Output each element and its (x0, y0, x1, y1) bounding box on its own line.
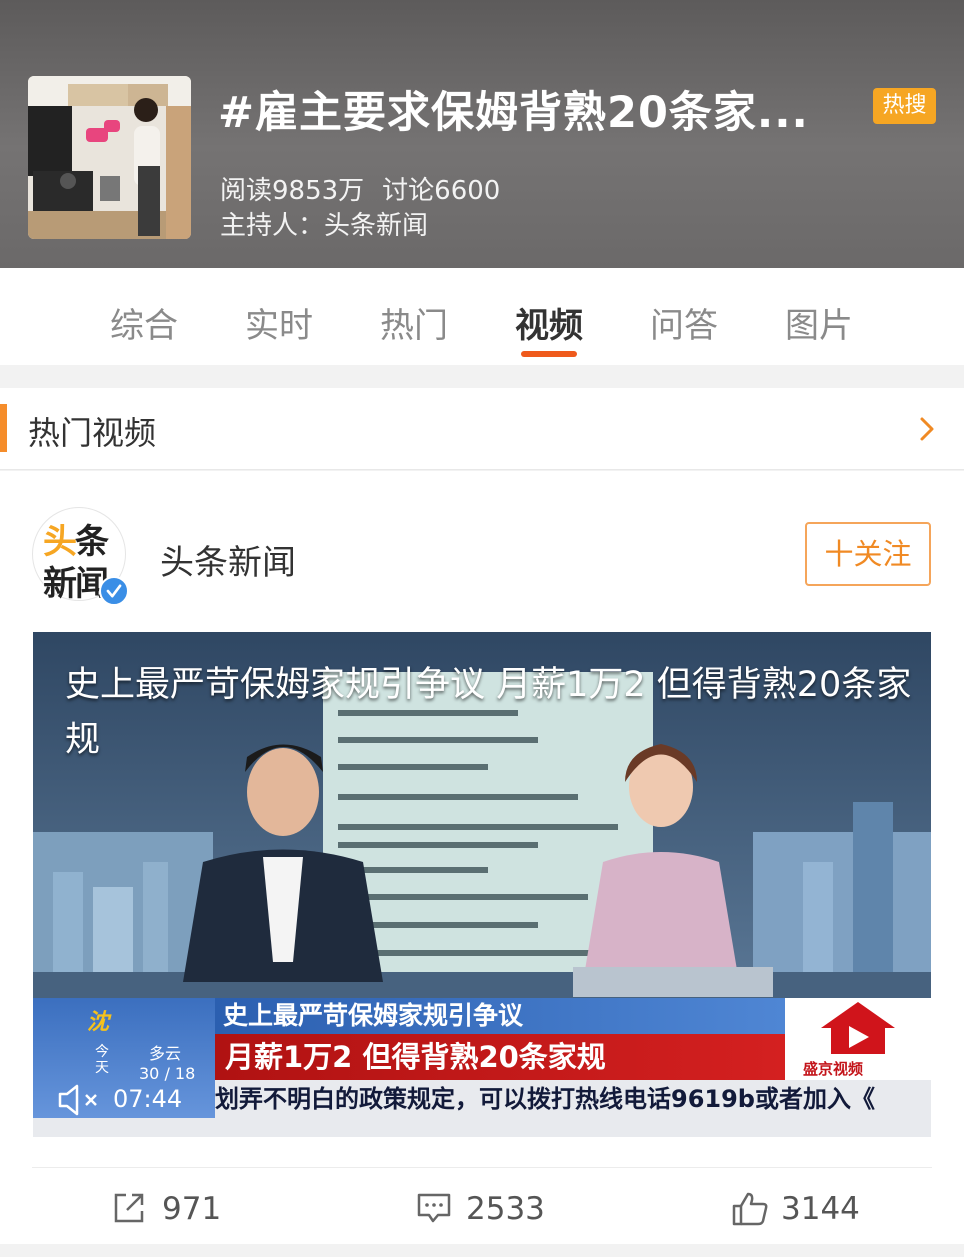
comment-button[interactable]: 2533 (416, 1187, 556, 1231)
topic-stats: 阅读9853万 讨论6600 (220, 170, 518, 207)
like-count: 3144 (781, 1191, 860, 1227)
video-post-card: 头条 新闻 头条新闻 十关注 史上最严苛保姆家规引争议 月薪1万2 但得背熟20… (0, 471, 964, 1244)
lower-third-headline: 史上最严苛保姆家规引争议 (215, 998, 785, 1034)
topic-title: #雇主要求保姆背熟20条家... (218, 88, 809, 138)
mute-icon[interactable] (57, 1083, 105, 1117)
tab-realtime[interactable]: 实时 (245, 298, 313, 347)
like-button[interactable]: 3144 (731, 1187, 871, 1231)
thumbs-up-icon (732, 1192, 768, 1226)
section-title: 热门视频 (28, 414, 157, 452)
station-logo: 盛京视频 (785, 998, 931, 1084)
hot-search-badge: 热搜 (873, 88, 936, 124)
tab-qa[interactable]: 问答 (650, 298, 718, 347)
share-count: 971 (162, 1191, 222, 1227)
weather-day: 今天 (95, 1044, 109, 1076)
tab-bar: 综合 实时 热门 视频 问答 图片 (0, 268, 964, 365)
avatar-logo-line2: 新闻 (43, 564, 109, 604)
avatar[interactable]: 头条 新闻 (32, 507, 129, 606)
follow-button[interactable]: 十关注 (805, 522, 931, 586)
verified-icon (99, 576, 129, 606)
weather-condition: 多云 (149, 1044, 182, 1063)
share-icon (114, 1193, 144, 1223)
weather-temperature: 30 / 18 (139, 1064, 196, 1083)
comment-count: 2533 (466, 1191, 545, 1227)
section-accent-bar (0, 404, 7, 452)
tab-comprehensive[interactable]: 综合 (110, 298, 178, 347)
active-tab-indicator (521, 351, 577, 357)
channel-logo: 沈 (87, 1010, 110, 1035)
station-name: 盛京视频 (803, 1060, 864, 1078)
hot-video-section-header[interactable]: 热门视频 (0, 388, 964, 470)
discussion-count: 讨论6600 (382, 176, 501, 206)
ticker-base (33, 1118, 931, 1137)
share-button[interactable]: 971 (112, 1187, 232, 1231)
divider (32, 1167, 932, 1168)
lower-third-subheadline: 月薪1万2 但得背熟20条家规 (215, 1034, 785, 1080)
author-name[interactable]: 头条新闻 (160, 535, 296, 584)
news-ticker: 划弄不明白的政策规定，可以拨打热线电话9619b或者加入《 (215, 1080, 931, 1118)
topic-header: #雇主要求保姆背熟20条家... 热搜 阅读9853万 讨论6600 主持人：头条… (0, 0, 964, 268)
video-player[interactable]: 史上最严苛保姆家规引争议 月薪1万2 但得背熟20条家规 沈 今天 多云 30 … (33, 632, 931, 1137)
topic-host[interactable]: 主持人：头条新闻 (220, 205, 428, 242)
tab-images[interactable]: 图片 (785, 298, 853, 347)
video-title: 史上最严苛保姆家规引争议 月薪1万2 但得背熟20条家规 (65, 665, 912, 760)
topic-thumbnail[interactable] (28, 76, 191, 239)
tab-video[interactable]: 视频 (515, 298, 583, 347)
chevron-right-icon[interactable] (914, 416, 940, 442)
tab-hot[interactable]: 热门 (380, 298, 448, 347)
bottom-gap (0, 1244, 964, 1257)
station-emblem-icon (821, 1002, 895, 1054)
video-duration: 07:44 (113, 1085, 183, 1113)
comment-icon (417, 1193, 451, 1223)
page: #雇主要求保姆背熟20条家... 热搜 阅读9853万 讨论6600 主持人：头条… (0, 0, 964, 1257)
read-count: 阅读9853万 (220, 176, 365, 206)
